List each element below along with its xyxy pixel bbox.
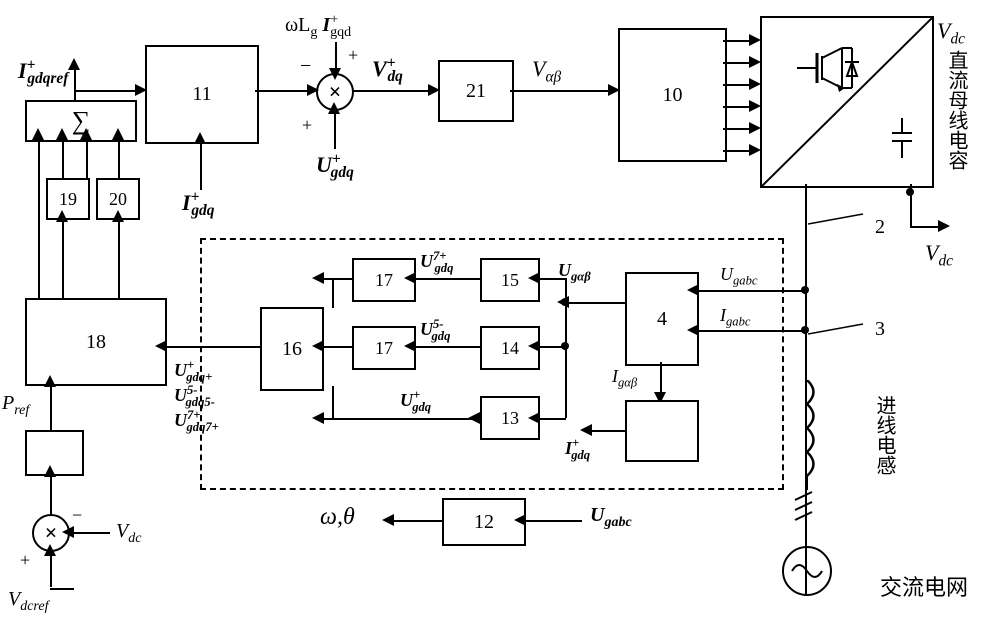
sum2-minus: −: [72, 505, 82, 526]
valphabeta: V: [532, 56, 545, 81]
lead-2: [808, 212, 868, 232]
converter-block: [760, 16, 934, 188]
block-18: 18: [25, 298, 167, 386]
vdc-in: V: [116, 520, 128, 542]
block-igdq-out: [625, 400, 699, 462]
vdq: V: [372, 56, 387, 81]
ac-grid-label: 交流电网: [880, 570, 968, 602]
dc-bus-cap-label: 直流母线电容: [942, 50, 971, 170]
ug7: U: [420, 251, 433, 271]
igdq-in: I: [182, 190, 191, 215]
ugabc-in: U: [720, 264, 733, 284]
ac-source-icon: [782, 546, 832, 596]
vdc-out: V: [925, 240, 938, 265]
block-11: 11: [145, 45, 259, 144]
inline-inductor-label: 进线电感: [870, 395, 899, 475]
sum2-plus: +: [20, 550, 30, 571]
lead-3: [808, 322, 868, 342]
wlg-igqd: ωLg I+gqd: [285, 14, 351, 36]
plus-top: +: [348, 45, 358, 66]
marker-2: 2: [875, 216, 885, 239]
plus-bot: +: [302, 115, 312, 136]
ugabc-pll: U: [590, 504, 604, 526]
marker-3: 3: [875, 318, 885, 341]
inductor-icon: [790, 380, 824, 500]
label-igdqref: I: [18, 58, 27, 83]
omega-theta: ω,θ: [320, 504, 355, 530]
vdc-top: V: [937, 18, 950, 43]
block-19: 19: [46, 178, 90, 220]
block-21: 21: [438, 60, 514, 122]
igbt-icon: [762, 18, 932, 186]
ugalphabeta: U: [558, 260, 571, 280]
pref: P: [2, 392, 14, 414]
ugdq-in: U: [316, 152, 332, 177]
minus-top: −: [300, 55, 311, 78]
vdcref: V: [8, 588, 20, 610]
block-10: 10: [618, 28, 727, 162]
